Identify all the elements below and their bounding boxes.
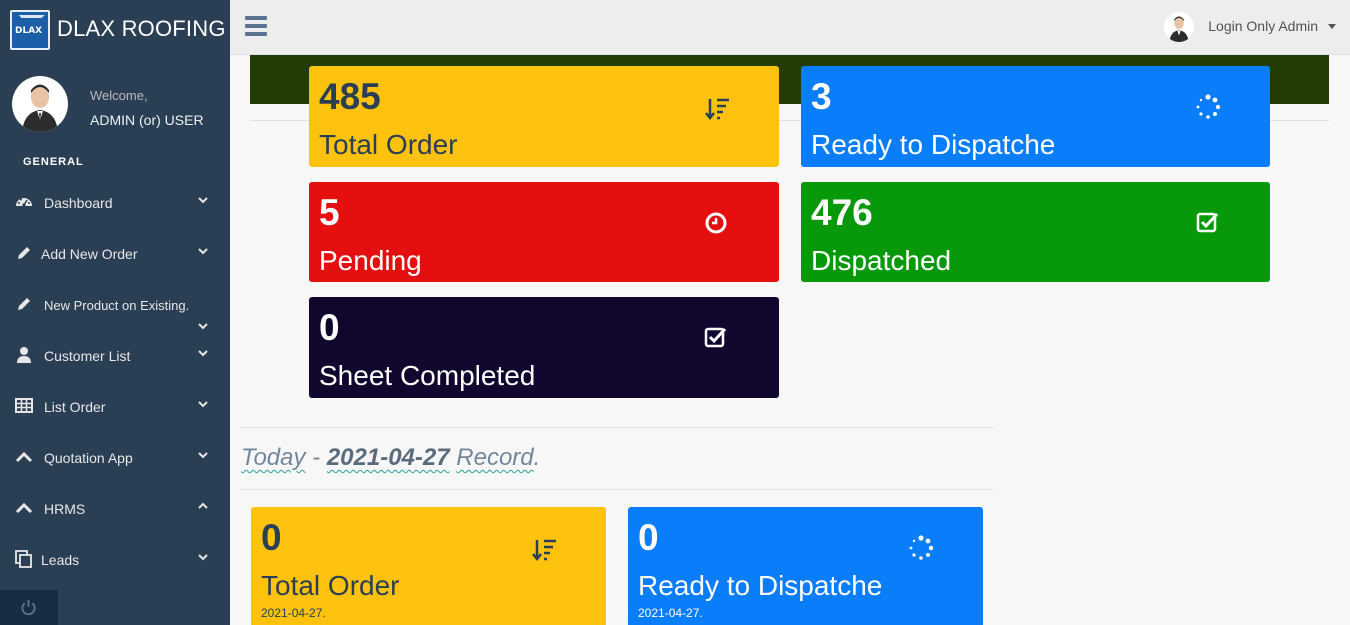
tile-count: 485 (319, 76, 381, 117)
tile-label: Ready to Dispatche (638, 570, 883, 601)
sidebar: DLAX DLAX ROOFING Welcome, ADMIN (or) US… (0, 0, 230, 625)
avatar (12, 76, 68, 132)
table-icon (15, 397, 33, 415)
menu-toggle-icon[interactable] (245, 16, 267, 36)
brand-title: DLAX ROOFING (57, 16, 226, 41)
today-prefix: Today (241, 444, 306, 471)
sidebar-item-label: List Order (44, 399, 106, 415)
sidebar-section-title: GENERAL (23, 156, 84, 168)
sidebar-item-label: New Product on Existing. (44, 298, 190, 313)
tile-label: Total Order (319, 129, 458, 160)
sort-amount-down-icon (532, 539, 556, 562)
sort-amount-down-icon (705, 98, 729, 121)
today-dash: - (305, 444, 327, 471)
spinner-icon (1196, 94, 1221, 119)
sidebar-item-label: Add New Order (41, 246, 138, 262)
today-record-heading: Today - 2021-04-27 Record. (241, 444, 540, 472)
sidebar-item-label: Leads (41, 552, 80, 568)
chevron-up-icon (15, 499, 33, 517)
chevron-up-icon (198, 502, 208, 509)
sidebar-item-label: HRMS (44, 501, 86, 517)
welcome-text: Welcome, (90, 88, 148, 103)
tile-count: 0 (261, 517, 282, 558)
copy-icon (15, 550, 33, 568)
chevron-down-icon (198, 323, 208, 330)
tile-count: 3 (811, 76, 832, 117)
today-suffix: Record (456, 444, 534, 471)
tile-label: Dispatched (811, 245, 952, 276)
tile-label: Ready to Dispatche (811, 129, 1056, 160)
sidebar-item-new-product-on-existing[interactable]: New Product on Existing. (0, 285, 230, 335)
tile-date: 2021-04-27. (261, 606, 326, 620)
avatar (1164, 12, 1194, 42)
brand[interactable]: DLAX DLAX ROOFING (0, 0, 230, 57)
sidebar-item-label: Customer List (44, 348, 131, 364)
chevron-down-icon (198, 350, 208, 357)
user-name-label: Login Only Admin (1208, 18, 1318, 34)
sidebar-item-list-order[interactable]: List Order (0, 387, 230, 427)
tile-dispatched[interactable]: 476 Dispatched (801, 182, 1270, 282)
brand-logo: DLAX (10, 10, 50, 50)
today-tile-ready-to-dispatche[interactable]: 0 Ready to Dispatche 2021-04-27. (628, 507, 983, 625)
chevron-down-icon (198, 401, 208, 408)
user-icon (15, 346, 33, 364)
tile-label: Sheet Completed (319, 360, 536, 391)
sidebar-item-label: Dashboard (44, 195, 113, 211)
profile-username: ADMIN (or) USER (90, 112, 204, 128)
sidebar-item-leads[interactable]: Leads (0, 540, 230, 580)
clock-icon (705, 212, 727, 234)
chevron-down-icon (198, 554, 208, 561)
tile-date: 2021-04-27. (638, 606, 703, 620)
sidebar-item-dashboard[interactable]: Dashboard (0, 183, 230, 223)
sidebar-item-hrms[interactable]: HRMS (0, 489, 230, 529)
tile-label: Pending (319, 245, 422, 276)
tile-count: 5 (319, 192, 340, 233)
dashboard-icon (15, 193, 33, 211)
tile-count: 0 (319, 307, 340, 348)
chevron-down-icon (198, 452, 208, 459)
sidebar-item-label: Quotation App (44, 450, 133, 466)
tile-total-order[interactable]: 485 Total Order (309, 66, 779, 167)
tile-sheet-completed[interactable]: 0 Sheet Completed (309, 297, 779, 398)
tile-ready-to-dispatche[interactable]: 3 Ready to Dispatche (801, 66, 1270, 167)
power-icon[interactable] (20, 599, 37, 616)
user-dropdown[interactable]: Login Only Admin (1164, 12, 1336, 42)
chevron-up-icon (15, 448, 33, 466)
divider (240, 427, 994, 428)
pencil-icon (15, 295, 33, 313)
sidebar-item-quotation-app[interactable]: Quotation App (0, 438, 230, 478)
tile-count: 0 (638, 517, 659, 558)
today-date: 2021-04-27 (326, 444, 450, 471)
today-period: . (533, 444, 541, 471)
top-nav: Login Only Admin (230, 0, 1350, 55)
sidebar-footer (0, 590, 58, 625)
chevron-down-icon (198, 248, 208, 255)
caret-down-icon (1328, 24, 1336, 29)
tile-count: 476 (811, 192, 873, 233)
pencil-icon (15, 244, 33, 262)
profile: Welcome, ADMIN (or) USER (0, 70, 230, 140)
tile-label: Total Order (261, 570, 400, 601)
sidebar-item-add-new-order[interactable]: Add New Order (0, 234, 230, 274)
chevron-down-icon (198, 197, 208, 204)
tile-pending[interactable]: 5 Pending (309, 182, 779, 282)
spinner-icon (909, 535, 934, 560)
divider (240, 489, 994, 490)
check-square-icon (704, 327, 727, 348)
sidebar-item-customer-list[interactable]: Customer List (0, 336, 230, 376)
check-square-icon (1196, 212, 1219, 233)
today-tile-total-order[interactable]: 0 Total Order 2021-04-27. (251, 507, 606, 625)
